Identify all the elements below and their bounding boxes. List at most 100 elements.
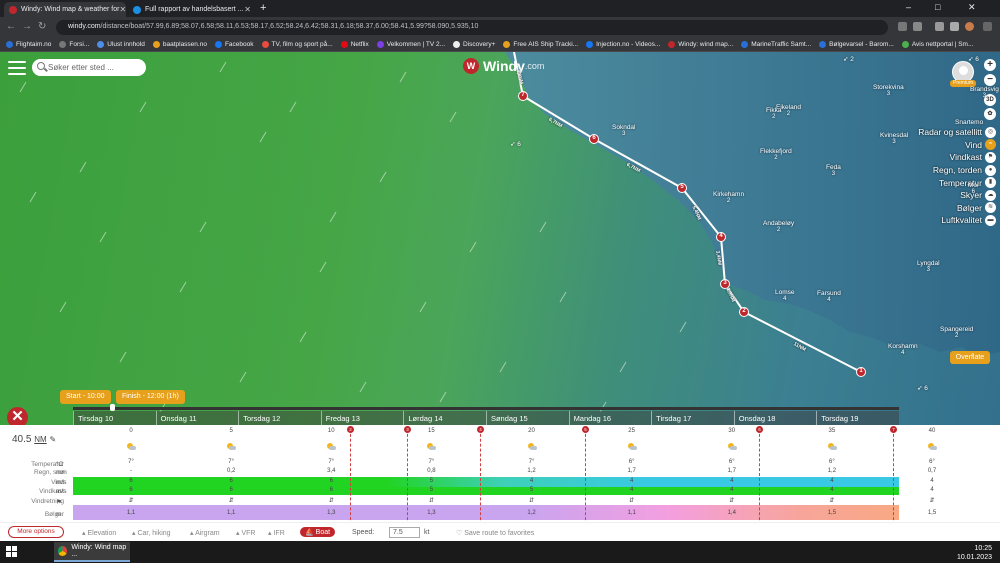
route-point-marker[interactable]: 5 — [677, 183, 687, 193]
overlay-waves[interactable]: Bølger ≋ — [908, 202, 996, 215]
share-icon[interactable] — [898, 22, 907, 31]
mode-elevation[interactable]: ▴ Elevation — [82, 529, 116, 537]
overlay-label: Vindkast — [949, 152, 982, 163]
bookmark-item[interactable]: Velkommen | TV 2... — [376, 40, 445, 48]
window-close-button[interactable]: ✕ — [968, 2, 976, 13]
route-point-marker[interactable]: 7 — [518, 91, 528, 101]
day-label-4[interactable]: Fredag 13 — [320, 411, 404, 425]
overlay-wind[interactable]: Vind ≈ — [908, 139, 996, 152]
partly-cloudy-icon — [727, 443, 737, 451]
cell-wave: 1,1 — [627, 510, 636, 516]
route-point-badge[interactable]: 3 — [404, 426, 411, 433]
overlay-car[interactable]: Luftkvalitet ▬ — [908, 214, 996, 227]
cell-wind: 4 — [629, 478, 634, 484]
overlay-radar[interactable]: Radar og satellitt ◎ — [908, 126, 996, 139]
route-point-marker[interactable]: 1 — [856, 367, 866, 377]
profile-avatar-icon[interactable] — [965, 22, 974, 31]
route-point-badge[interactable]: 2 — [347, 426, 354, 433]
bookmark-item[interactable]: Facebook — [214, 40, 254, 48]
cloud-icon: ☁ — [985, 189, 996, 201]
start-time-button[interactable]: Start - 10:00 — [60, 390, 111, 404]
day-label-5[interactable]: Lørdag 14 — [403, 411, 486, 425]
route-point-badge[interactable]: 4 — [477, 426, 484, 433]
tab-windy[interactable]: Windy: Wind map & weather for ✕ — [4, 2, 126, 17]
window-maximize-button[interactable]: □ — [935, 2, 940, 12]
timeline-handle[interactable] — [110, 404, 115, 411]
bookmark-item[interactable]: Flightaim.no — [6, 40, 51, 48]
edit-icon[interactable]: ✎ — [49, 435, 56, 444]
tab-report[interactable]: Full rapport av handelsbasert ... ✕ — [128, 2, 256, 17]
close-tab-icon[interactable]: ✕ — [119, 5, 126, 14]
cell-temp: 6° — [628, 459, 635, 465]
day-label-10[interactable]: Torsdag 19 — [816, 411, 899, 425]
mode-boat[interactable]: ⛵ Boat — [300, 527, 336, 537]
route-point-marker[interactable]: 4 — [716, 232, 726, 242]
raindrop-icon: ● — [985, 164, 996, 176]
forward-arrow-icon[interactable]: → — [22, 21, 32, 32]
day-label-3[interactable]: Torsdag 12 — [238, 411, 321, 425]
star-icon[interactable] — [913, 22, 922, 31]
day-label-6[interactable]: Søndag 15 — [485, 411, 569, 425]
bookmark-item[interactable]: baatplassen.no — [152, 40, 207, 48]
route-point-marker[interactable]: 2 — [739, 307, 749, 317]
back-arrow-icon[interactable]: ← — [6, 21, 16, 32]
mode-car-hiking[interactable]: ▴ Car, hiking — [132, 529, 171, 537]
bookmark-item[interactable]: TV, film og sport på... — [261, 40, 333, 48]
bookmark-item[interactable]: Avis nettportal | Sm... — [901, 40, 973, 48]
settings-gear-icon[interactable]: ✿ — [984, 108, 996, 120]
browser-menu-icon[interactable] — [983, 22, 992, 31]
route-point-badge[interactable]: 5 — [582, 426, 589, 433]
bookmark-item[interactable]: Free AIS Ship Tracki... — [503, 40, 578, 48]
surface-level-button[interactable]: Overflate — [950, 351, 990, 364]
overlay-thermometer[interactable]: Temperatur ▮ — [908, 176, 996, 189]
route-point-badge[interactable]: 7 — [890, 426, 897, 433]
finish-time-button[interactable]: Finish - 12:00 (1h) — [116, 390, 185, 404]
extensions-icon[interactable] — [935, 22, 944, 31]
more-options-button[interactable]: More options — [8, 526, 64, 538]
timeline-track[interactable] — [73, 407, 899, 410]
new-tab-button[interactable]: + — [260, 2, 266, 14]
overlay-flag[interactable]: Vindkast ⚑ — [908, 151, 996, 164]
zoom-in-button[interactable]: + — [984, 59, 996, 71]
bookmark-item[interactable]: MarineTraffic Samt... — [741, 40, 811, 48]
bookmark-icon — [97, 40, 105, 48]
system-clock[interactable]: 10:25 10.01.2023 — [957, 544, 992, 562]
day-label-9[interactable]: Onsdag 18 — [733, 411, 817, 425]
bookmark-item[interactable]: Forsi... — [59, 40, 89, 48]
route-point-marker[interactable]: 6 — [589, 134, 599, 144]
taskbar-chrome-window[interactable]: Windy: Wind map ... — [54, 542, 130, 562]
window-minimize-button[interactable]: – — [906, 2, 911, 12]
windy-logo[interactable]: W Windy .com — [463, 58, 544, 74]
hamburger-menu-icon[interactable] — [8, 61, 26, 75]
route-point-badge[interactable]: 6 — [756, 426, 763, 433]
bookmark-item[interactable]: Bølgevarsel - Barom... — [819, 40, 894, 48]
day-label-8[interactable]: Tirsdag 17 — [651, 411, 734, 425]
bookmark-item[interactable]: Discovery+ — [453, 40, 495, 48]
mode-airgram[interactable]: ▴ Airgram — [190, 529, 220, 537]
map-view[interactable]: Søker etter sted ... W Windy .com + − Pre… — [0, 52, 1000, 425]
mode-ifr[interactable]: ▴ IFR — [268, 529, 285, 537]
bookmark-item[interactable]: Injection.no - Videos... — [586, 40, 660, 48]
overlay-raindrop[interactable]: Regn, torden ● — [908, 164, 996, 177]
day-label-1[interactable]: Tirsdag 10 — [73, 411, 156, 425]
address-bar[interactable]: windy.com/distance/boat/57.99,6.89;58.07… — [56, 20, 888, 35]
bookmark-item[interactable]: Netflix — [340, 40, 369, 48]
reload-icon[interactable]: ↻ — [38, 21, 46, 32]
bookmark-icon — [586, 40, 594, 48]
bookmark-item[interactable]: Windy: wind map... — [668, 40, 733, 48]
overlay-cloud[interactable]: Skyer ☁ — [908, 189, 996, 202]
day-label-7[interactable]: Mandag 16 — [568, 411, 652, 425]
save-route-link[interactable]: ♡ Save route to favorites — [456, 529, 534, 537]
mode-vfr[interactable]: ▴ VFR — [236, 529, 255, 537]
distance-unit[interactable]: NM — [34, 435, 46, 444]
close-tab-icon[interactable]: ✕ — [244, 5, 251, 14]
speed-input[interactable]: 7.5 — [389, 527, 420, 538]
bookmark-item[interactable]: Ulust innhold — [97, 40, 145, 48]
day-label-2[interactable]: Onsdag 11 — [155, 411, 239, 425]
windows-start-icon[interactable] — [6, 546, 18, 558]
search-input[interactable]: Søker etter sted ... — [32, 59, 146, 76]
zoom-out-button[interactable]: − — [984, 74, 996, 86]
bookmark-icon — [6, 40, 13, 48]
cloud-shape — [329, 446, 337, 450]
sidebar-icon[interactable] — [950, 22, 959, 31]
